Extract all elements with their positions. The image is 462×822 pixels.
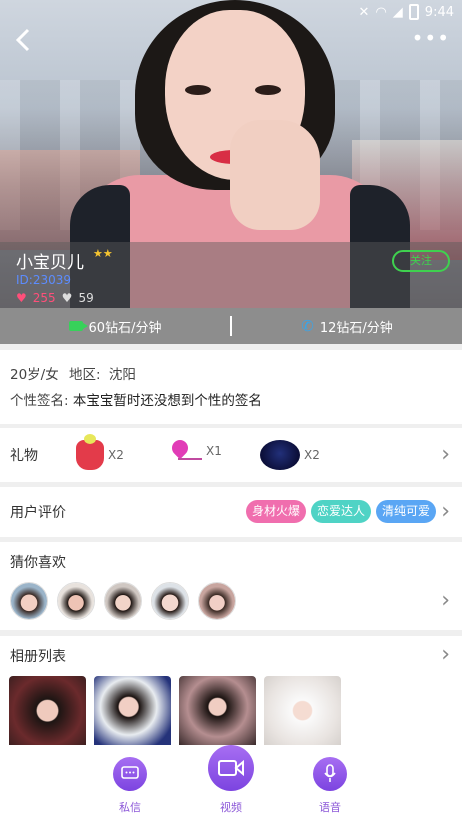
back-button[interactable]	[10, 26, 38, 54]
status-bar: ✕ ◠ ◢ 9:44	[0, 0, 462, 26]
back-arrow-icon	[15, 28, 30, 52]
broken-heart-icon: ♥	[61, 291, 73, 305]
video-price-text: 60钻石/分钟	[88, 320, 162, 336]
video-camera-icon	[68, 321, 88, 331]
video-camera-icon	[208, 745, 254, 791]
gifts-row[interactable]: 礼物 X2 X1 X2 ›	[0, 428, 462, 482]
user-id: ID:23039	[16, 273, 71, 287]
review-tag: 恋爱达人	[310, 500, 371, 523]
bottom-action-bar: 私信 视频 语音	[0, 745, 462, 822]
avatar[interactable]	[151, 582, 189, 620]
message-button[interactable]: 私信	[113, 757, 147, 815]
album-photos	[9, 676, 341, 753]
heart-arrow-gift-icon	[166, 440, 202, 462]
signature-line: 个性签名: 本宝宝暂时还没想到个性的签名	[10, 388, 452, 414]
blue-rose-gift-icon	[260, 440, 300, 470]
status-time: 9:44	[424, 4, 454, 20]
video-price: 60钻石/分钟	[0, 317, 230, 336]
region-value: 沈阳	[108, 367, 136, 383]
avatar[interactable]	[198, 582, 236, 620]
album-label: 相册列表	[10, 649, 66, 665]
like-counts: ♥ 255 ♥ 59	[16, 291, 94, 305]
gift-count: X2	[108, 448, 124, 462]
video-call-button[interactable]: 视频	[208, 745, 254, 815]
message-label: 私信	[119, 801, 141, 814]
basic-info-line: 20岁/女 地区: 沈阳	[10, 362, 452, 388]
gift-count: X2	[304, 448, 320, 462]
signature-label: 个性签名:	[10, 393, 69, 409]
battery-icon	[408, 4, 419, 20]
phone-icon: ✆	[301, 317, 314, 335]
video-label: 视频	[220, 801, 242, 814]
album-photo[interactable]	[9, 676, 86, 753]
album-photo[interactable]	[94, 676, 171, 753]
gift-item-cocktail: X2	[76, 434, 124, 470]
guess-you-like-section: 猜你喜欢 ›	[0, 542, 462, 630]
person-eye-left	[185, 85, 211, 95]
follow-button[interactable]: 关注	[392, 250, 450, 272]
voice-price-text: 12钻石/分钟	[319, 320, 393, 336]
profile-page: ✕ ◠ ◢ 9:44 ••• 小宝贝儿 ★★ ID:23039 ♥ 255 ♥ …	[0, 0, 462, 822]
level-stars-icon: ★★	[93, 247, 113, 260]
voice-call-button[interactable]: 语音	[313, 757, 347, 815]
dislike-count: 59	[78, 291, 94, 305]
profile-info-card: 20岁/女 地区: 沈阳 个性签名: 本宝宝暂时还没想到个性的签名	[0, 350, 462, 424]
avatar[interactable]	[10, 582, 48, 620]
signal-icon: ◢	[392, 4, 403, 20]
avatar[interactable]	[104, 582, 142, 620]
status-icons: ✕ ◠ ◢ 9:44	[359, 4, 454, 20]
review-tag: 身材火爆	[245, 500, 306, 523]
region-label: 地区:	[69, 367, 101, 383]
user-reviews-row[interactable]: 用户评价 身材火爆 恋爱达人 清纯可爱 ›	[0, 487, 462, 537]
price-bar: 60钻石/分钟 ✆ 12钻石/分钟	[0, 308, 462, 344]
person-hand	[230, 120, 320, 230]
profile-name-bar: 小宝贝儿 ★★ ID:23039 ♥ 255 ♥ 59 关注	[0, 242, 462, 308]
chevron-right-icon: ›	[441, 442, 450, 467]
review-tag: 清纯可爱	[375, 500, 436, 523]
signature-text: 本宝宝暂时还没想到个性的签名	[72, 393, 262, 409]
reviews-label: 用户评价	[10, 505, 66, 521]
voice-label: 语音	[319, 801, 341, 814]
mute-icon: ✕	[358, 4, 370, 20]
like-count: 255	[32, 291, 56, 305]
nickname: 小宝贝儿	[16, 253, 84, 273]
gift-count: X1	[206, 444, 222, 458]
gifts-label: 礼物	[10, 448, 38, 464]
gift-item-blue-rose: X2	[260, 440, 320, 470]
chevron-right-icon: ›	[441, 499, 450, 524]
recommended-avatars	[10, 582, 236, 620]
more-options-icon[interactable]: •••	[412, 28, 450, 48]
wifi-icon: ◠	[375, 4, 387, 20]
voice-price: ✆ 12钻石/分钟	[232, 317, 462, 336]
age-gender: 20岁/女	[10, 367, 59, 383]
album-photo[interactable]	[264, 676, 341, 753]
album-photo[interactable]	[179, 676, 256, 753]
guess-label: 猜你喜欢	[10, 555, 66, 571]
avatar[interactable]	[57, 582, 95, 620]
review-tags: 身材火爆 恋爱达人 清纯可爱	[245, 500, 436, 523]
person-eye-right	[255, 85, 281, 95]
chevron-right-icon[interactable]: ›	[441, 644, 450, 666]
heart-icon: ♥	[16, 291, 27, 305]
cocktail-gift-icon	[76, 434, 104, 470]
gift-item-heart-arrow: X1	[166, 440, 222, 462]
microphone-icon	[313, 757, 347, 791]
chat-bubble-icon	[113, 757, 147, 791]
chevron-right-icon[interactable]: ›	[441, 590, 450, 612]
